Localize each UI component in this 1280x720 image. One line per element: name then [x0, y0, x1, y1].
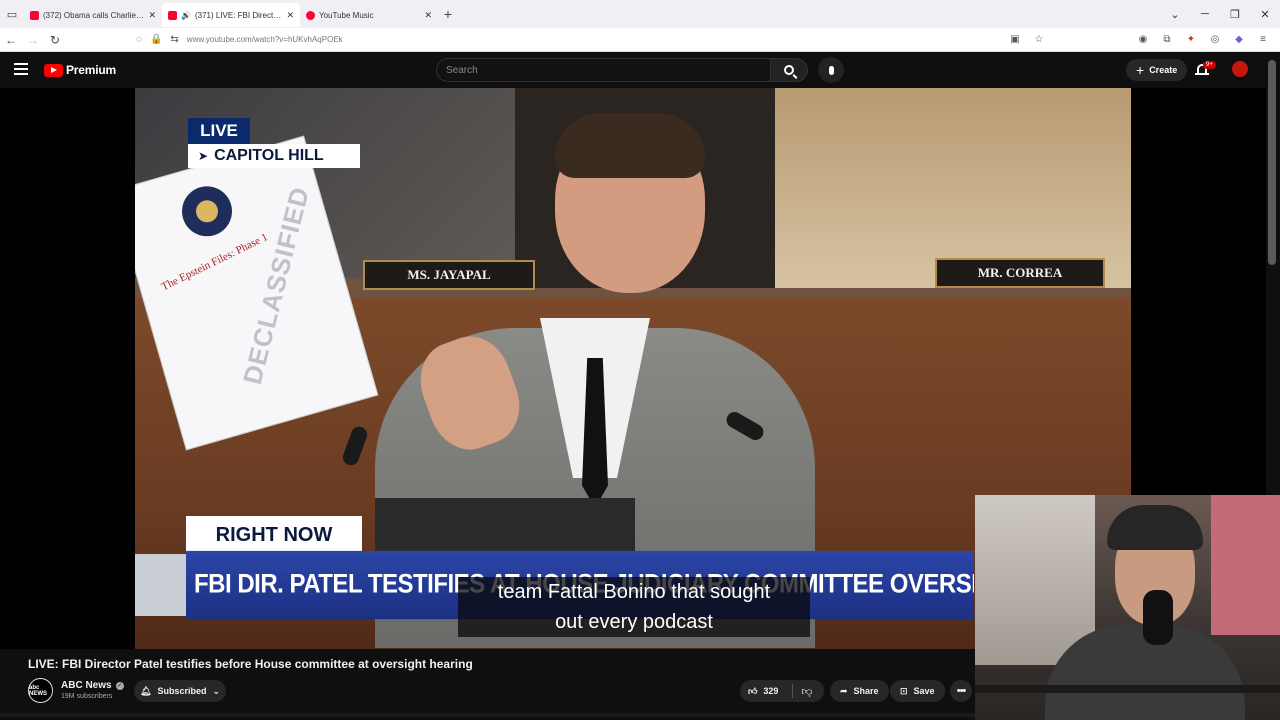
browser-tab[interactable]: (372) Obama calls Charlie Kirk n ✕ [24, 3, 162, 27]
channel-name-text[interactable]: ABC News [61, 680, 112, 691]
subscriber-count: 19M subscribers [61, 693, 113, 700]
page-bottom-bar [0, 713, 975, 717]
browser-tab-bar: ▭ (372) Obama calls Charlie Kirk n ✕ 🔊 (… [0, 0, 1280, 28]
bookmark-star-icon[interactable]: ☆ [1032, 34, 1046, 45]
live-badge: LIVE [188, 118, 250, 144]
webcam-pink-light [1211, 495, 1280, 635]
save-button[interactable]: ⊡ Save [890, 680, 945, 702]
verified-check-icon: ✓ [115, 681, 124, 690]
voice-search-button[interactable] [818, 57, 844, 83]
streamer-cap [1107, 505, 1203, 550]
window-controls: ⌄ ─ ❐ ✕ [1160, 0, 1280, 28]
plus-icon: + [1136, 62, 1145, 78]
search-button[interactable] [770, 58, 808, 82]
create-label: Create [1149, 65, 1178, 75]
chevron-down-icon: ⌄ [212, 685, 220, 696]
bell-icon: 🔔︎ [140, 685, 152, 696]
declassified-stamp: DECLASSIFIED [236, 183, 316, 388]
tab-list-icon[interactable]: ▭ [0, 0, 24, 28]
browser-tab[interactable]: YouTube Music ✕ [300, 3, 438, 27]
caption-line-1: team Fattal Bonino that sought [497, 581, 771, 603]
like-divider [792, 684, 793, 698]
close-window-icon[interactable]: ✕ [1250, 8, 1280, 21]
back-icon[interactable]: ← [0, 33, 22, 47]
chevron-down-icon[interactable]: ⌄ [1160, 8, 1190, 21]
extensions-icon[interactable]: ⧉ [1160, 34, 1174, 45]
closed-caption: team Fattal Bonino that sought out every… [458, 577, 810, 637]
minimize-icon[interactable]: ─ [1190, 8, 1220, 20]
url-bar[interactable]: ◌ 🔒 ⇆ www.youtube.com/watch?v=hUKvhAqPOE… [136, 30, 1008, 50]
extension-fox-icon[interactable]: ✦ [1184, 34, 1198, 45]
nameplate-left: MS. JAYAPAL [363, 260, 535, 290]
mic-arm [975, 685, 1280, 693]
share-label: Share [853, 686, 879, 696]
youtube-music-icon [306, 10, 315, 20]
thumbs-down-icon: 👎︎ [801, 685, 813, 698]
subscribed-label: Subscribed [157, 686, 207, 696]
chyron-side-panel [135, 554, 187, 616]
microphone-icon [828, 65, 834, 75]
dislike-button[interactable]: 👎︎ [800, 680, 814, 702]
reload-icon[interactable]: ↻ [44, 33, 66, 47]
new-tab-button[interactable]: + [438, 4, 458, 24]
share-arrow-icon: ➦ [840, 685, 848, 696]
subscribed-button[interactable]: 🔔︎ Subscribed ⌄ [134, 680, 226, 702]
location-label: CAPITOL HILL [214, 147, 324, 164]
restore-icon[interactable]: ❐ [1220, 8, 1250, 21]
account-avatar[interactable] [1232, 61, 1248, 77]
channel-avatar[interactable]: abc NEWS [28, 678, 53, 703]
logo-text: Premium [66, 63, 116, 77]
webcam-overlay [975, 495, 1280, 720]
tab-title: (371) LIVE: FBI Director Pate [194, 10, 282, 20]
close-icon[interactable]: ✕ [424, 10, 432, 21]
speaker-hair [555, 113, 705, 178]
account-icon[interactable]: ◉ [1136, 34, 1150, 45]
toolbar-icons: ▣ ☆ ◉ ⧉ ✦ ◎ ◆ ≡ [1008, 34, 1280, 45]
reader-view-icon[interactable]: ▣ [1008, 34, 1022, 45]
channel-name[interactable]: ABC News ✓ [61, 680, 124, 691]
shield-icon[interactable]: ◌ [136, 34, 142, 45]
streamer-microphone [1143, 590, 1173, 645]
like-button[interactable]: 👍︎ 329 [748, 680, 778, 702]
thumbs-up-icon: 👍︎ [748, 685, 758, 696]
hamburger-menu-icon[interactable] [14, 63, 28, 75]
tab-title: YouTube Music [319, 10, 374, 20]
search-input[interactable]: Search [436, 58, 771, 82]
close-icon[interactable]: ✕ [148, 10, 156, 21]
search-icon [784, 65, 794, 75]
menu-icon[interactable]: ≡ [1256, 34, 1270, 45]
document-title: The Epstein Files: Phase 1 [159, 231, 270, 294]
youtube-icon [30, 10, 39, 20]
permissions-icon[interactable]: ⇆ [170, 34, 178, 45]
speaker-icon[interactable]: 🔊 [181, 11, 191, 20]
laptop [375, 498, 635, 558]
tab-title: (372) Obama calls Charlie Kirk n [43, 10, 144, 20]
forward-icon[interactable]: → [22, 33, 44, 47]
close-icon[interactable]: ✕ [286, 10, 294, 21]
lock-icon[interactable]: 🔒 [150, 34, 162, 45]
video-title: LIVE: FBI Director Patel testifies befor… [28, 657, 473, 671]
create-button[interactable]: + Create [1126, 59, 1188, 81]
more-options-icon[interactable]: ••• [950, 680, 972, 702]
location-badge: ➤ CAPITOL HILL [188, 144, 360, 168]
nameplate-right: MR. CORREA [935, 258, 1105, 288]
like-count: 329 [763, 686, 779, 696]
extension-icon[interactable]: ◎ [1208, 34, 1222, 45]
save-label: Save [913, 686, 935, 696]
right-now-banner: RIGHT NOW [186, 516, 362, 554]
browser-nav-bar: ← → ↻ ◌ 🔒 ⇆ www.youtube.com/watch?v=hUKv… [0, 28, 1280, 52]
youtube-icon [168, 10, 177, 20]
browser-tab-active[interactable]: 🔊 (371) LIVE: FBI Director Pate ✕ [162, 3, 300, 27]
doj-seal-icon [176, 180, 238, 243]
bookmark-icon: ⊡ [900, 685, 908, 696]
share-button[interactable]: ➦ Share [830, 680, 889, 702]
caption-line-2: out every podcast [555, 611, 713, 633]
play-arrow-icon: ➤ [198, 149, 209, 163]
extension-purple-icon[interactable]: ◆ [1232, 34, 1246, 45]
youtube-logo[interactable]: Premium [44, 63, 116, 77]
url-text[interactable]: www.youtube.com/watch?v=hUKvhAqPOEk [187, 35, 343, 44]
page-scrollbar[interactable] [1268, 60, 1276, 265]
youtube-logo-icon [44, 63, 63, 77]
notification-badge: 9+ [1203, 61, 1216, 69]
